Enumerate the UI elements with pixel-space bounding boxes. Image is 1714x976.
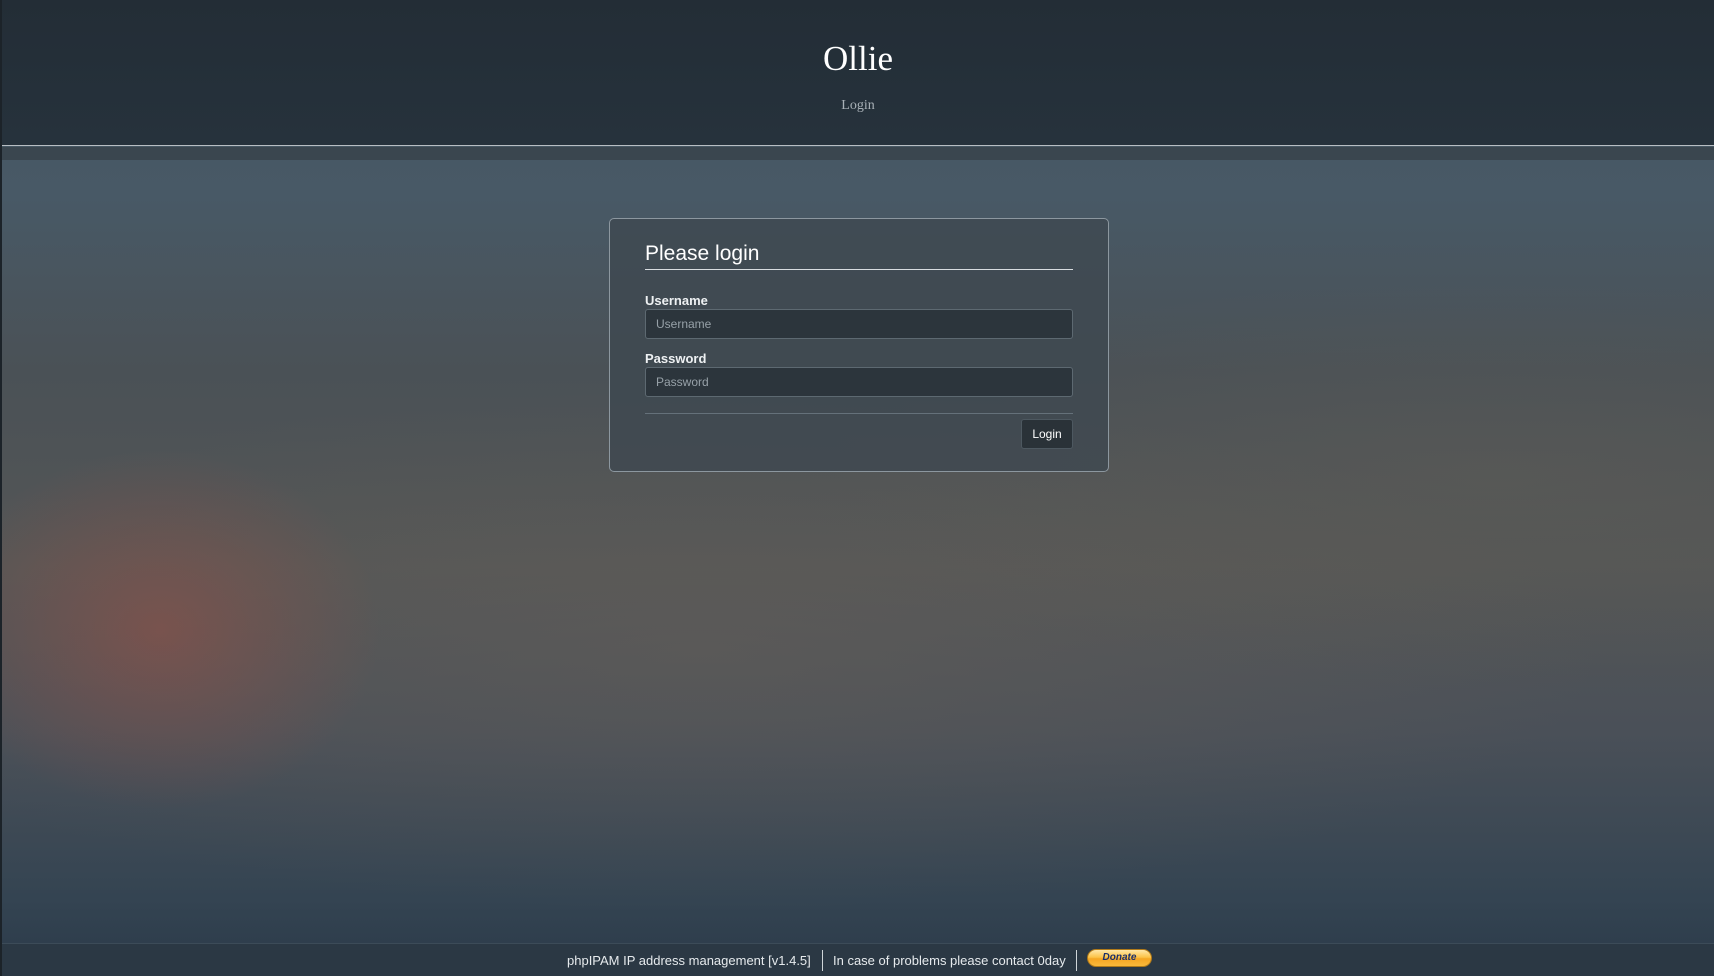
page-footer: phpIPAM IP address management [v1.4.5] I… bbox=[2, 943, 1714, 976]
login-panel: Please login Username Password Login bbox=[609, 218, 1109, 472]
password-label: Password bbox=[645, 351, 707, 366]
username-label: Username bbox=[645, 293, 708, 308]
password-input[interactable] bbox=[645, 367, 1073, 397]
page-header: Ollie Login bbox=[2, 0, 1714, 146]
site-title: Ollie bbox=[823, 39, 893, 78]
footer-app-info[interactable]: phpIPAM IP address management [v1.4.5] bbox=[567, 953, 811, 969]
username-input[interactable] bbox=[645, 309, 1073, 339]
page-subtitle: Login bbox=[841, 98, 875, 113]
footer-separator bbox=[822, 950, 823, 971]
footer-separator bbox=[1076, 950, 1077, 971]
donate-button[interactable]: Donate bbox=[1087, 949, 1152, 967]
login-button[interactable]: Login bbox=[1021, 419, 1073, 449]
login-title: Please login bbox=[645, 241, 1073, 270]
footer-contact-info[interactable]: In case of problems please contact 0day bbox=[833, 953, 1066, 969]
header-shadow-bar bbox=[2, 147, 1714, 160]
form-divider bbox=[645, 413, 1073, 414]
